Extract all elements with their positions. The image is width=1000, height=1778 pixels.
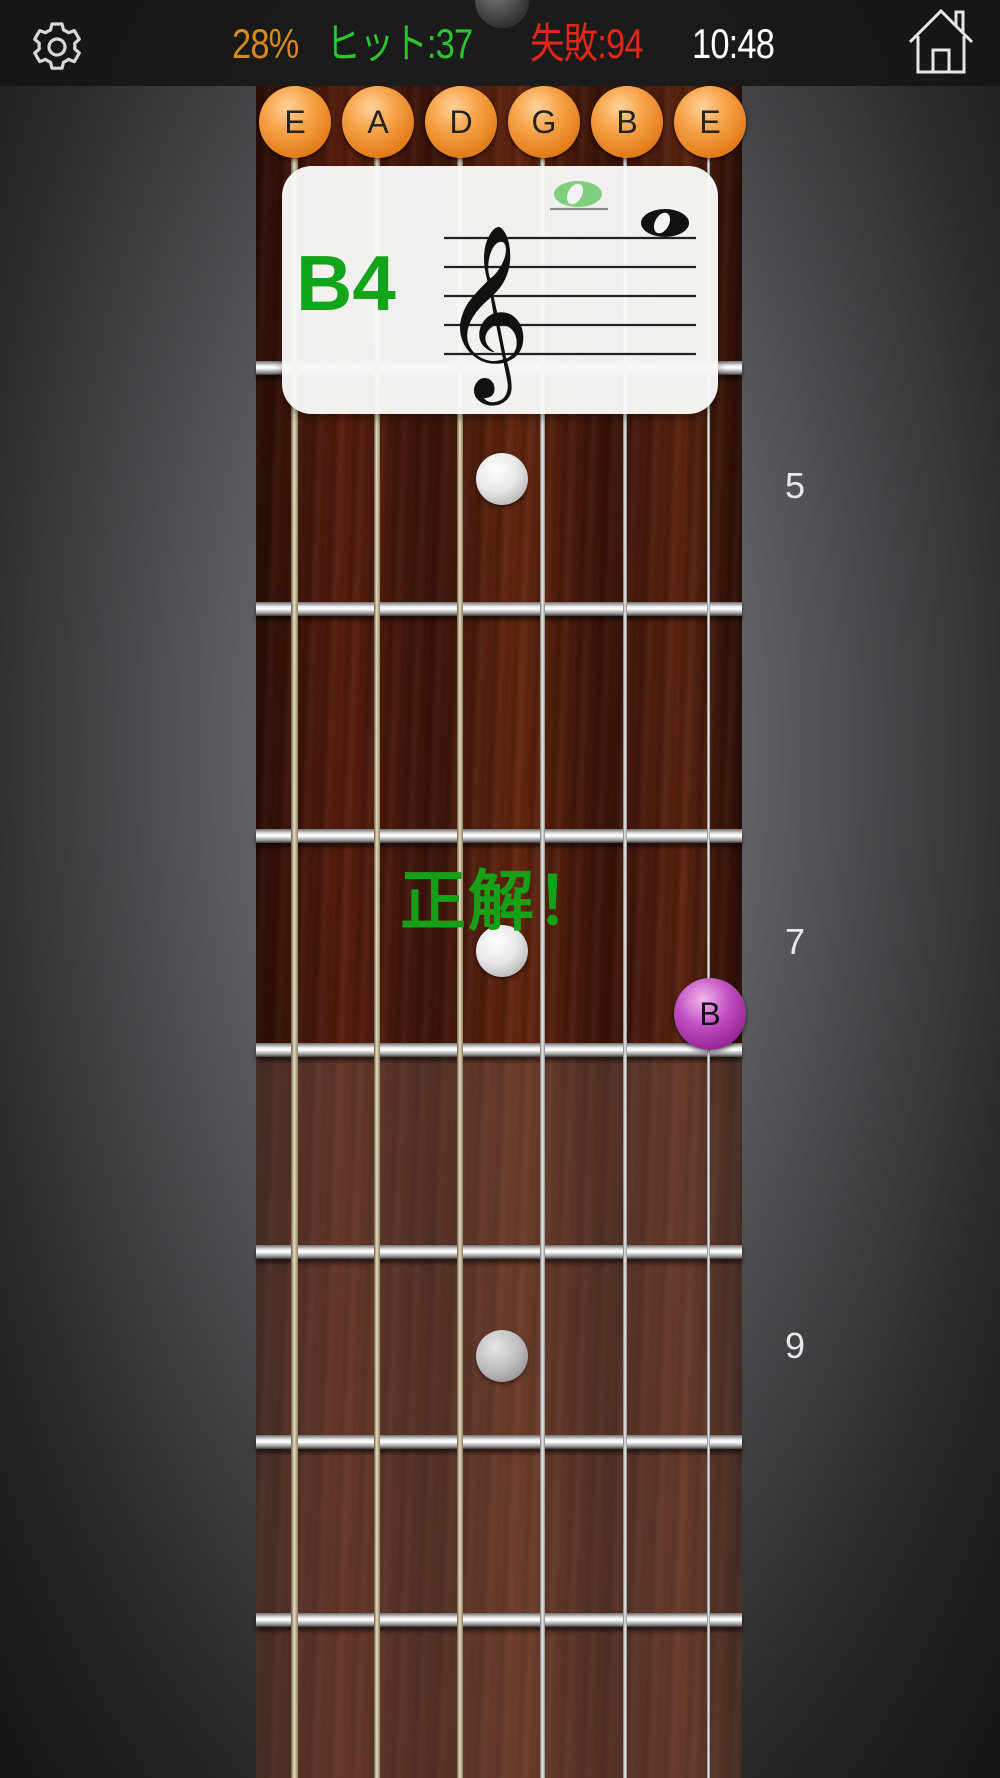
open-string-button-4[interactable]: G xyxy=(508,86,580,158)
hit-count: ヒット:37 xyxy=(326,20,473,67)
answer-position-marker: B xyxy=(674,978,746,1050)
played-note-icon xyxy=(550,181,608,211)
fret-number-7: 7 xyxy=(784,921,806,962)
feedback-correct: 正解！ xyxy=(400,863,604,940)
fret-marker-9 xyxy=(476,1330,528,1382)
fret-wire xyxy=(256,1613,742,1627)
fret-number-5: 5 xyxy=(784,465,806,506)
treble-clef-icon: 𝄞 xyxy=(442,224,531,406)
home-icon[interactable] xyxy=(906,6,976,76)
open-string-button-3[interactable]: D xyxy=(425,86,497,158)
fret-wire xyxy=(256,1043,742,1057)
open-string-button-5[interactable]: B xyxy=(591,86,663,158)
elapsed-time: 10:48 xyxy=(692,20,775,67)
fret-wire xyxy=(256,1245,742,1259)
accuracy-percent: 28% xyxy=(232,20,299,67)
open-string-button-1[interactable]: E xyxy=(259,86,331,158)
miss-count: 失敗:94 xyxy=(530,20,643,67)
open-string-button-2[interactable]: A xyxy=(342,86,414,158)
fret-wire xyxy=(256,1435,742,1449)
fret-wire xyxy=(256,829,742,843)
music-staff: 𝄞 xyxy=(442,181,696,406)
fret-marker-5 xyxy=(476,453,528,505)
fret-wire xyxy=(256,602,742,616)
gear-icon[interactable] xyxy=(28,20,86,78)
fret-number-9: 9 xyxy=(784,1325,806,1366)
note-card: B4 𝄞 xyxy=(282,166,718,414)
open-string-button-6[interactable]: E xyxy=(674,86,746,158)
target-note-icon xyxy=(641,209,689,237)
